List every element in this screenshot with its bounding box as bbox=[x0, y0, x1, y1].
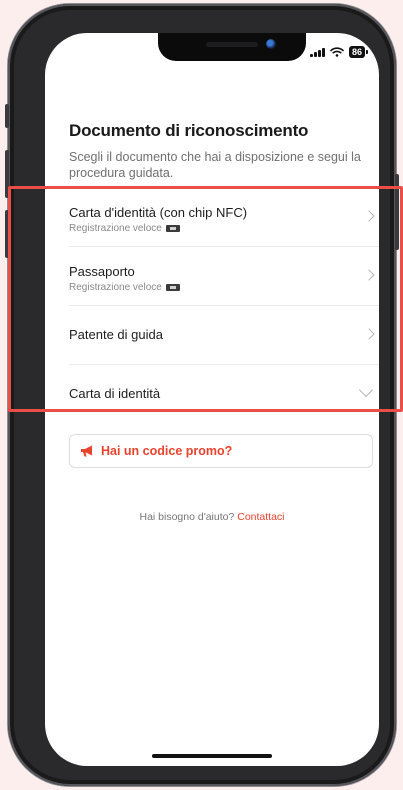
volume-up-button bbox=[5, 150, 9, 198]
chevron-down-icon bbox=[358, 382, 374, 398]
document-option-id-card-nfc[interactable]: Carta d'identità (con chip NFC) Registra… bbox=[69, 188, 379, 247]
document-name: Carta di identità bbox=[69, 386, 161, 401]
document-option-driving-license[interactable]: Patente di guida bbox=[69, 306, 379, 365]
document-name: Patente di guida bbox=[69, 327, 163, 342]
document-option-passport[interactable]: Passaporto Registrazione veloce bbox=[69, 247, 379, 306]
chevron-right-icon bbox=[363, 210, 375, 222]
promo-code-button[interactable]: Hai un codice promo? bbox=[69, 434, 373, 468]
phone-frame: 86 Documento di riconoscimento Scegli il… bbox=[5, 4, 399, 786]
signal-icon bbox=[310, 47, 325, 57]
front-camera bbox=[266, 39, 276, 49]
document-list: Carta d'identità (con chip NFC) Registra… bbox=[69, 188, 379, 423]
volume-down-button bbox=[5, 210, 9, 258]
chip-card-icon bbox=[165, 284, 180, 291]
chevron-right-icon bbox=[363, 269, 375, 281]
promo-code-label: Hai un codice promo? bbox=[101, 444, 233, 458]
document-name: Passaporto bbox=[69, 264, 135, 279]
wifi-icon bbox=[330, 47, 344, 57]
document-selection-screen: Documento di riconoscimento Scegli il do… bbox=[45, 33, 379, 766]
contact-link[interactable]: Contattaci bbox=[237, 511, 284, 523]
help-text: Hai bisogno d'aiuto? Contattaci bbox=[139, 511, 285, 523]
phone-screen: 86 Documento di riconoscimento Scegli il… bbox=[45, 33, 379, 766]
page-subtitle: Scegli il documento che hai a disposizio… bbox=[69, 150, 361, 180]
power-button bbox=[395, 174, 399, 250]
chevron-right-icon bbox=[363, 328, 375, 340]
document-subtitle: Registrazione veloce bbox=[69, 282, 180, 293]
megaphone-icon bbox=[81, 445, 92, 457]
document-subtitle: Registrazione veloce bbox=[69, 223, 180, 234]
chip-card-icon bbox=[165, 225, 180, 232]
silent-switch bbox=[5, 104, 9, 128]
document-name: Carta d'identità (con chip NFC) bbox=[69, 205, 248, 220]
document-option-id-card[interactable]: Carta di identità bbox=[69, 365, 379, 423]
status-bar: 86 bbox=[310, 45, 369, 59]
page-title: Documento di riconoscimento bbox=[69, 121, 309, 140]
battery-icon: 86 bbox=[348, 46, 369, 58]
speaker bbox=[206, 42, 258, 47]
notch bbox=[158, 33, 306, 61]
home-indicator[interactable] bbox=[152, 754, 272, 758]
